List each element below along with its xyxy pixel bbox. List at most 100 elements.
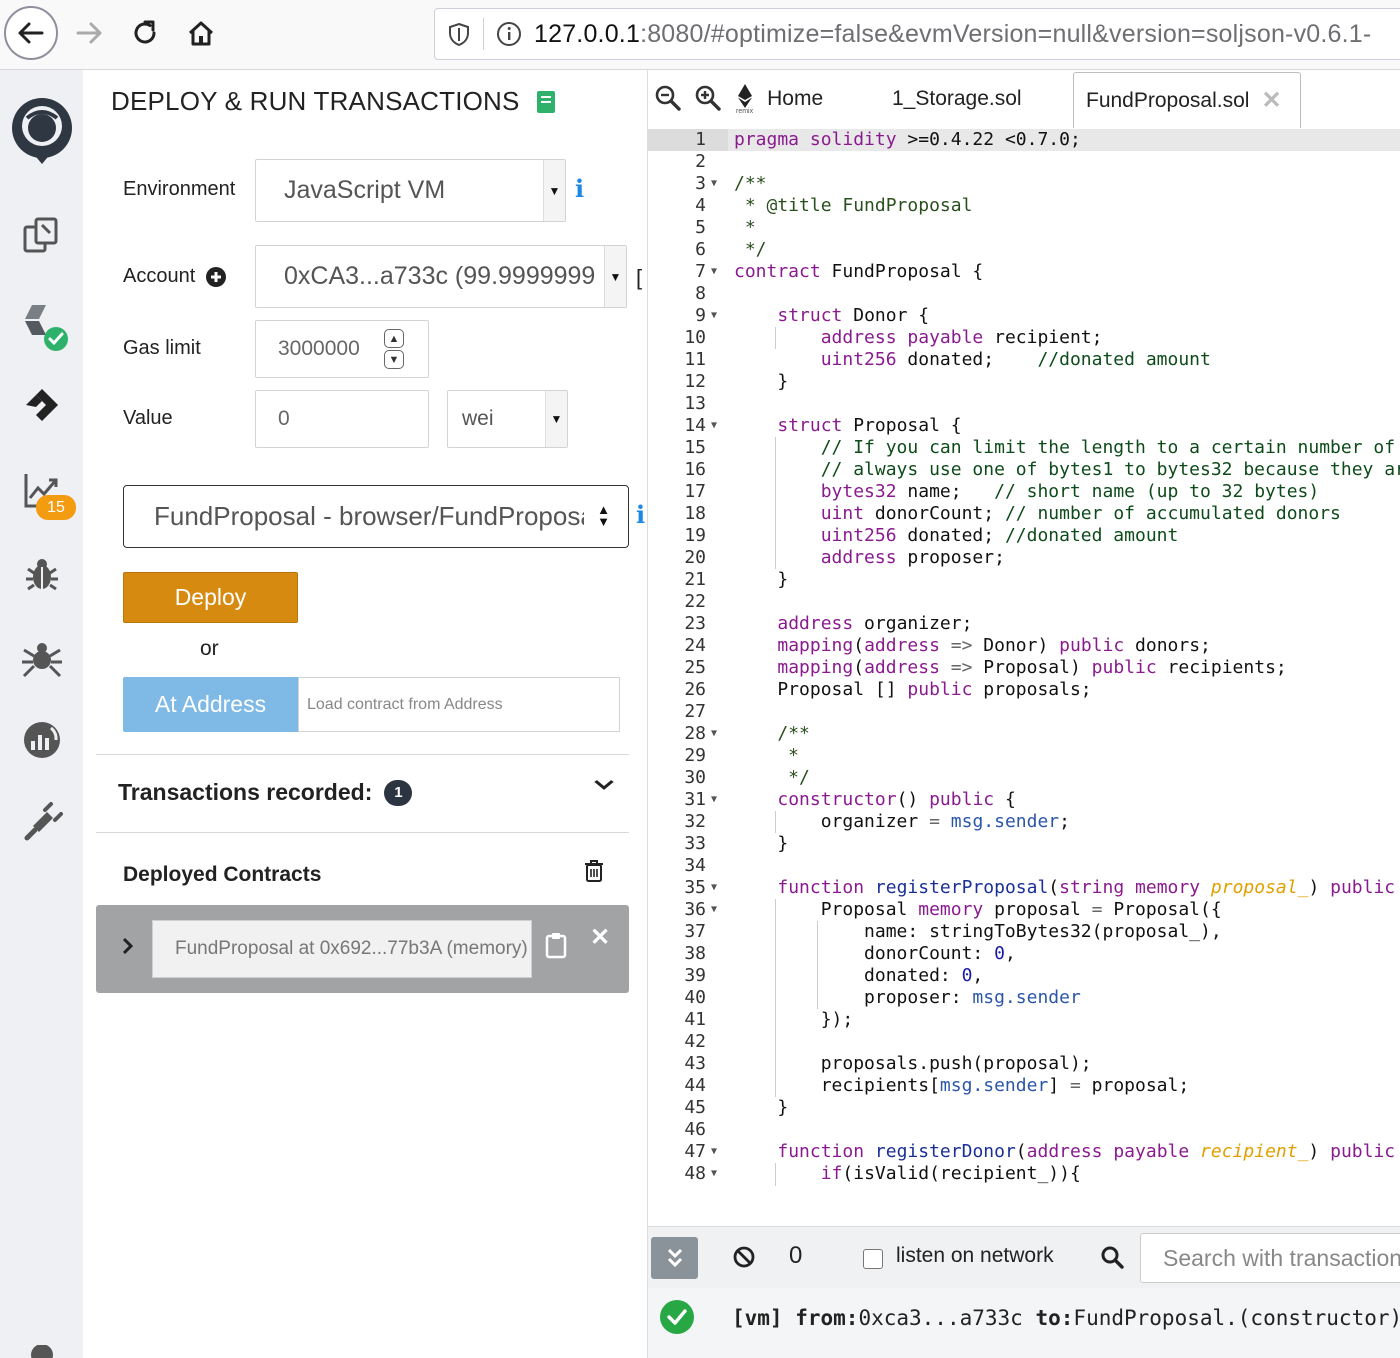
code-line[interactable]: * <box>734 217 756 239</box>
code-line[interactable]: donated: 0, <box>734 965 983 987</box>
clear-console-icon[interactable] <box>732 1245 756 1274</box>
fold-toggle-icon[interactable]: ▼ <box>711 1141 717 1163</box>
copy-account-icon[interactable]: [ <box>636 265 642 291</box>
code-editor[interactable]: 1 pragma solidity >=0.4.22 <0.7.0; 2 3 ▼/** 4… <box>648 128 1400 1186</box>
close-icon[interactable]: ✕ <box>590 923 610 952</box>
code-line[interactable]: address payable recipient; <box>734 327 1103 349</box>
zoom-out-icon[interactable] <box>654 84 682 117</box>
chevron-down-icon[interactable]: ▼ <box>384 350 404 369</box>
code-line[interactable]: mapping(address => Donor) public donors; <box>734 635 1211 657</box>
at-address-button[interactable]: At Address <box>123 677 298 732</box>
code-line[interactable]: Proposal [] public proposals; <box>734 679 1091 701</box>
deploy-run-icon[interactable] <box>0 380 83 430</box>
code-line[interactable]: address proposer; <box>734 547 1005 569</box>
at-address-input[interactable]: Load contract from Address <box>298 677 620 732</box>
plugin-manager-icon[interactable] <box>0 798 83 848</box>
transactions-recorded-header[interactable]: Transactions recorded: 1 <box>118 779 413 806</box>
value-input[interactable]: 0 <box>255 390 429 448</box>
trash-icon[interactable] <box>583 859 605 888</box>
code-line[interactable]: bytes32 name; // short name (up to 32 by… <box>734 481 1320 503</box>
home-button[interactable] <box>174 6 228 60</box>
info-icon[interactable]: i <box>575 174 584 203</box>
documentation-book-icon[interactable] <box>536 90 556 114</box>
code-line[interactable]: uint donorCount; // number of accumulate… <box>734 503 1341 525</box>
deploy-button[interactable]: Deploy <box>123 572 298 623</box>
code-line[interactable]: Proposal memory proposal = Proposal({ <box>734 899 1222 921</box>
fold-toggle-icon[interactable]: ▼ <box>711 173 717 195</box>
code-line[interactable]: } <box>734 569 788 591</box>
plus-circle-icon[interactable] <box>205 266 227 288</box>
chevron-right-icon[interactable] <box>122 935 134 961</box>
fold-toggle-icon[interactable]: ▼ <box>711 899 717 921</box>
code-line[interactable]: uint256 donated; //donated amount <box>734 525 1179 547</box>
code-line[interactable]: // If you can limit the length to a cert… <box>734 437 1400 459</box>
settings-icon[interactable] <box>0 1345 83 1358</box>
fold-toggle-icon[interactable]: ▼ <box>711 723 717 745</box>
code-line[interactable]: /** <box>734 173 767 195</box>
shield-icon[interactable] <box>435 9 483 59</box>
gas-stepper[interactable]: ▲ ▼ <box>384 329 406 369</box>
code-line[interactable]: if(isValid(recipient_)){ <box>734 1163 1081 1185</box>
code-line[interactable]: // always use one of bytes1 to bytes32 b… <box>734 459 1400 481</box>
fold-toggle-icon[interactable]: ▼ <box>711 789 717 811</box>
code-line[interactable]: struct Donor { <box>734 305 929 327</box>
reload-button[interactable] <box>118 6 172 60</box>
tab-home[interactable]: remix Home <box>736 70 823 128</box>
code-line[interactable]: mapping(address => Proposal) public reci… <box>734 657 1286 679</box>
code-line[interactable]: uint256 donated; //donated amount <box>734 349 1211 371</box>
remix-logo-icon[interactable] <box>0 90 83 170</box>
code-line[interactable]: recipients[msg.sender] = proposal; <box>734 1075 1190 1097</box>
code-line[interactable]: name: stringToBytes32(proposal_), <box>734 921 1222 943</box>
code-line[interactable]: address organizer; <box>734 613 972 635</box>
code-line[interactable]: donorCount: 0, <box>734 943 1016 965</box>
fold-toggle-icon[interactable]: ▼ <box>711 305 717 327</box>
log-entry[interactable]: [vm] from:0xca3...a733c to:FundProposal.… <box>732 1306 1400 1330</box>
back-button[interactable] <box>4 6 58 60</box>
code-line[interactable]: donors[recipient_] = Donor({ <box>734 1185 1167 1186</box>
file-explorer-icon[interactable] <box>0 210 83 260</box>
contract-select[interactable]: FundProposal - browser/FundProposal.sol … <box>123 485 629 548</box>
fold-toggle-icon[interactable]: ▼ <box>711 415 717 437</box>
listen-checkbox[interactable] <box>863 1249 883 1269</box>
fold-toggle-icon[interactable]: ▼ <box>711 1163 717 1185</box>
code-line[interactable]: constructor() public { <box>734 789 1015 811</box>
code-line[interactable]: }); <box>734 1009 854 1031</box>
code-line[interactable]: function registerProposal(string memory … <box>734 877 1400 899</box>
code-line[interactable]: contract FundProposal { <box>734 261 983 283</box>
chevron-down-icon[interactable] <box>594 773 614 796</box>
tab-fundproposal[interactable]: FundProposal.sol ✕ <box>1073 72 1301 128</box>
gas-profiler-icon[interactable] <box>0 715 83 765</box>
gas-limit-input[interactable]: 3000000 ▲ ▼ <box>255 320 429 378</box>
forward-button[interactable] <box>62 6 116 60</box>
site-info-icon[interactable] <box>484 9 534 59</box>
code-line[interactable]: proposer: msg.sender <box>734 987 1081 1009</box>
tab-storage[interactable]: 1_Storage.sol <box>892 70 1022 128</box>
code-line[interactable]: struct Proposal { <box>734 415 961 437</box>
code-line[interactable]: */ <box>734 767 810 789</box>
url-text[interactable]: 127.0.0.1:8080/#optimize=false&evmVersio… <box>534 20 1371 49</box>
code-line[interactable]: } <box>734 371 788 393</box>
code-line[interactable]: * @title FundProposal <box>734 195 973 217</box>
code-line[interactable]: } <box>734 1097 788 1119</box>
zoom-in-icon[interactable] <box>694 84 722 117</box>
value-unit-select[interactable]: wei ▼ <box>447 390 568 448</box>
code-line[interactable]: */ <box>734 239 767 261</box>
code-line[interactable]: proposals.push(proposal); <box>734 1053 1092 1075</box>
url-bar[interactable]: 127.0.0.1:8080/#optimize=false&evmVersio… <box>434 8 1400 60</box>
code-line[interactable]: function registerDonor(address payable r… <box>734 1141 1400 1163</box>
code-line[interactable]: /** <box>734 723 810 745</box>
close-icon[interactable]: ✕ <box>1261 86 1281 115</box>
terminal-search-input[interactable]: Search with transaction hash or address <box>1140 1233 1400 1283</box>
account-select[interactable]: 0xCA3...a733c (99.9999999 ▼ <box>255 245 627 308</box>
code-line[interactable]: organizer = msg.sender; <box>734 811 1070 833</box>
solidity-compiler-icon[interactable] <box>0 295 83 355</box>
debugger-icon[interactable] <box>0 550 83 600</box>
chevron-up-icon[interactable]: ▲ <box>384 329 404 348</box>
code-line[interactable]: * <box>734 745 799 767</box>
deployed-contract-name[interactable]: FundProposal at 0x692...77b3A (memory) <box>152 920 532 978</box>
code-line[interactable]: } <box>734 833 788 855</box>
fold-toggle-icon[interactable]: ▼ <box>711 877 717 899</box>
environment-select[interactable]: JavaScript VM ▼ <box>255 159 566 222</box>
code-line[interactable]: pragma solidity >=0.4.22 <0.7.0; <box>734 129 1081 151</box>
fold-toggle-icon[interactable]: ▼ <box>711 261 717 283</box>
